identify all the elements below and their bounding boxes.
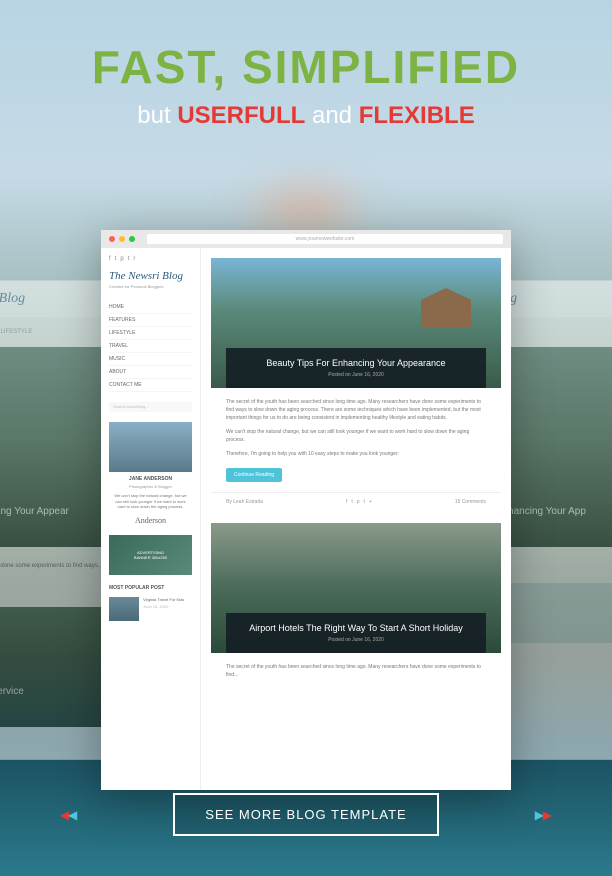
url-bar: www.yournewwebsite.com [147,234,503,244]
browser-body: f t p t r The Newsri Blog Creative for P… [101,248,511,790]
hero-subtitle: but USERFULL and FLEXIBLE [0,102,612,130]
nav-menu: HOME FEATURES LIFESTYLE TRAVEL MUSIC ABO… [109,301,192,392]
subtitle-but: but [137,102,170,129]
close-dot [109,236,115,242]
rss-icon[interactable]: r [133,256,135,262]
nav-about[interactable]: ABOUT [109,366,192,379]
nav-home[interactable]: HOME [109,301,192,314]
nav-music[interactable]: MUSIC [109,353,192,366]
popular-heading: MOST POPULAR POST [109,585,192,591]
post-footer: By Leah Estrada f t p t + 15 Comments [211,492,501,511]
tw-icon[interactable]: t [351,499,352,505]
read-more-button[interactable]: Continue Reading [226,468,282,482]
blog-main: Beauty Tips For Enhancing Your Appearanc… [201,248,511,790]
ad-text: ADVERTISING BANNER 300x250 [130,550,172,560]
popular-text: Virginia Travel For Kids June 16, 2020 [143,597,192,621]
bg-post-title: ips For Enhancing Your Appear [0,506,69,517]
arrow-right-icon[interactable]: ▶ [543,808,552,822]
post-para: The secret of the youth has been searche… [226,663,486,679]
bg-post-title2: rk Limousine Service [0,686,24,697]
browser-chrome: www.yournewwebsite.com [101,230,511,248]
blog-logo[interactable]: The Newsri Blog [109,270,192,282]
arrow-left-icon[interactable]: ◀ [68,808,77,822]
post-body: The secret of the youth has been searche… [211,653,501,695]
house-graphic [421,288,471,328]
popular-title: Virginia Travel For Kids [143,597,192,602]
author-signature: Anderson [109,516,192,525]
blog-tagline: Creative for Personal Bloggers [109,284,192,289]
post-body: The secret of the youth has been searche… [211,388,501,492]
post-para: The secret of the youth has been searche… [226,398,486,422]
min-dot [119,236,125,242]
blog-post: Airport Hotels The Right Way To Start A … [211,523,501,695]
post-hero-image: Airport Hotels The Right Way To Start A … [211,523,501,653]
hero-title: FAST, SIMPLIFIED [0,40,612,94]
post-title[interactable]: Airport Hotels The Right Way To Start A … [236,623,476,633]
popular-thumb [109,597,139,621]
hero-section: FAST, SIMPLIFIED but USERFULL and FLEXIB… [0,0,612,130]
fb-icon[interactable]: f [346,499,347,505]
post-comments[interactable]: 15 Comments [455,499,486,505]
post-title-overlay: Beauty Tips For Enhancing Your Appearanc… [226,348,486,388]
popular-date: June 16, 2020 [143,604,192,609]
cta-button[interactable]: SEE MORE BLOG TEMPLATE [173,793,438,836]
post-social: f t p t + [346,499,372,505]
post-para: We can't stop the natural change, but we… [226,428,486,444]
author-photo [109,422,192,472]
browser-mockup: www.yournewwebsite.com f t p t r The New… [101,230,511,790]
popular-item[interactable]: Virginia Travel For Kids June 16, 2020 [109,597,192,621]
post-hero-image: Beauty Tips For Enhancing Your Appearanc… [211,258,501,388]
author-name: JANE ANDERSON [109,476,192,482]
post-date: Posted on June 16, 2020 [236,637,476,643]
blog-post: Beauty Tips For Enhancing Your Appearanc… [211,258,501,511]
post-para: Therefore, I'm going to help you with 10… [226,450,486,458]
nav-lifestyle[interactable]: LIFESTYLE [109,327,192,340]
max-dot [129,236,135,242]
nav-travel[interactable]: TRAVEL [109,340,192,353]
tumblr-icon[interactable]: t [128,256,130,262]
nav-features[interactable]: FEATURES [109,314,192,327]
pinterest-icon[interactable]: p [120,256,123,262]
cta-section: ◀ ◀ SEE MORE BLOG TEMPLATE ▶ ▶ [0,793,612,836]
post-title-overlay: Airport Hotels The Right Way To Start A … [226,613,486,653]
ad-banner[interactable]: ADVERTISING BANNER 300x250 [109,535,192,575]
social-icons: f t p t r [109,256,192,262]
search-input[interactable]: Search something... [109,402,192,412]
pin-icon[interactable]: p [357,499,360,505]
blog-sidebar: f t p t r The Newsri Blog Creative for P… [101,248,201,790]
post-author[interactable]: By Leah Estrada [226,499,263,505]
nav-contact[interactable]: CONTACT ME [109,379,192,392]
tum-icon[interactable]: t [364,499,365,505]
facebook-icon[interactable]: f [109,256,111,262]
subtitle-flexible: FLEXIBLE [359,102,475,129]
post-title[interactable]: Beauty Tips For Enhancing Your Appearanc… [236,358,476,368]
author-bio: We can't stop the natural change, but we… [109,493,192,510]
plus-icon[interactable]: + [369,499,372,505]
twitter-icon[interactable]: t [115,256,117,262]
subtitle-userfull: USERFULL [177,102,305,129]
subtitle-and: and [312,102,352,129]
post-date: Posted on June 16, 2020 [236,372,476,378]
author-role: Photographer & Blogger [109,484,192,489]
